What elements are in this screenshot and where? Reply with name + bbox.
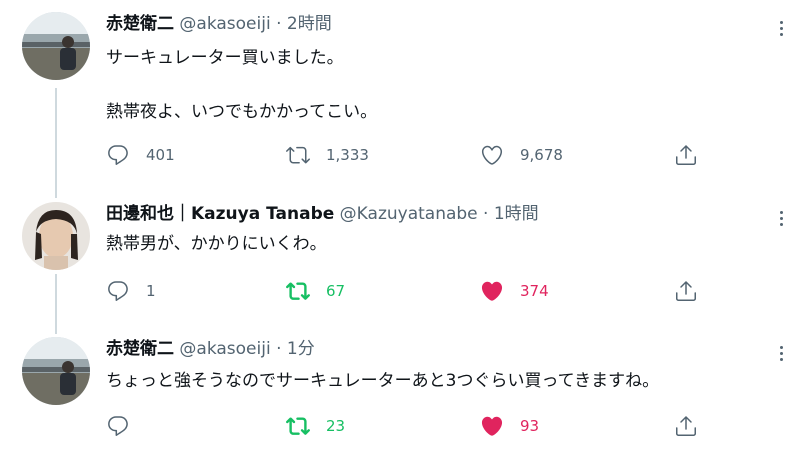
reply-button[interactable]	[106, 411, 130, 441]
separator-dot: ·	[276, 339, 282, 359]
like-icon	[481, 281, 503, 301]
retweet-icon	[286, 417, 310, 435]
like-icon	[481, 145, 503, 165]
reply-count: 1	[146, 282, 156, 300]
retweet-button[interactable]: 67	[286, 276, 345, 306]
reply-button[interactable]: 401	[106, 140, 175, 170]
retweet-icon	[286, 146, 310, 164]
like-button[interactable]: 374	[480, 276, 549, 306]
share-icon	[676, 281, 696, 301]
more-icon[interactable]	[780, 208, 786, 229]
like-button[interactable]: 93	[480, 411, 539, 441]
reply-icon	[108, 281, 128, 301]
like-button[interactable]: 9,678	[480, 140, 563, 170]
retweet-icon	[286, 282, 310, 300]
share-button[interactable]	[674, 276, 698, 306]
avatar[interactable]	[22, 12, 90, 80]
share-button[interactable]	[674, 140, 698, 170]
retweet-button[interactable]: 1,333	[286, 140, 369, 170]
share-icon	[676, 416, 696, 436]
separator-dot: ·	[483, 204, 489, 224]
retweet-button[interactable]: 23	[286, 411, 345, 441]
display-name[interactable]: 赤楚衛二	[106, 339, 174, 359]
user-handle[interactable]: @Kazuyatanabe	[340, 204, 478, 224]
tweet[interactable]: 赤楚衛二 @akasoeiji · 2時間 サーキュレーター買いました。 熱帯夜…	[0, 0, 791, 190]
retweet-count: 1,333	[326, 146, 369, 164]
reply-icon	[108, 145, 128, 165]
user-handle[interactable]: @akasoeiji	[179, 339, 270, 359]
like-icon	[481, 416, 503, 436]
user-handle[interactable]: @akasoeiji	[179, 14, 270, 34]
timestamp[interactable]: 2時間	[287, 14, 332, 34]
more-icon[interactable]	[780, 18, 786, 39]
avatar[interactable]	[22, 202, 90, 270]
display-name[interactable]: 赤楚衛二	[106, 14, 174, 34]
tweet-text-line: 熱帯夜よ、いつでもかかってこい。	[106, 102, 378, 122]
reply-icon	[108, 416, 128, 436]
retweet-count: 23	[326, 417, 346, 435]
tweet[interactable]: 田邊和也｜Kazuya Tanabe @Kazuyatanabe · 1時間 熱…	[0, 190, 791, 325]
more-icon[interactable]	[780, 343, 786, 364]
tweet-text-line: サーキュレーター買いました。	[106, 48, 344, 68]
share-icon	[676, 145, 696, 165]
share-button[interactable]	[674, 411, 698, 441]
retweet-count: 67	[326, 282, 346, 300]
tweet-text-line: ちょっと強そうなのでサーキュレーターあと3つぐらい買ってきますね。	[106, 371, 660, 391]
like-count: 374	[520, 282, 549, 300]
like-count: 93	[520, 417, 540, 435]
tweet[interactable]: 赤楚衛二 @akasoeiji · 1分 ちょっと強そうなのでサーキュレーターあ…	[0, 325, 791, 461]
timestamp[interactable]: 1時間	[494, 204, 539, 224]
avatar[interactable]	[22, 337, 90, 405]
reply-count: 401	[146, 146, 175, 164]
timestamp[interactable]: 1分	[287, 339, 315, 359]
reply-button[interactable]: 1	[106, 276, 156, 306]
display-name[interactable]: 田邊和也｜Kazuya Tanabe	[106, 204, 334, 224]
like-count: 9,678	[520, 146, 563, 164]
separator-dot: ·	[276, 14, 282, 34]
tweet-text-line: 熱帯男が、かかりにいくわ。	[106, 234, 327, 254]
